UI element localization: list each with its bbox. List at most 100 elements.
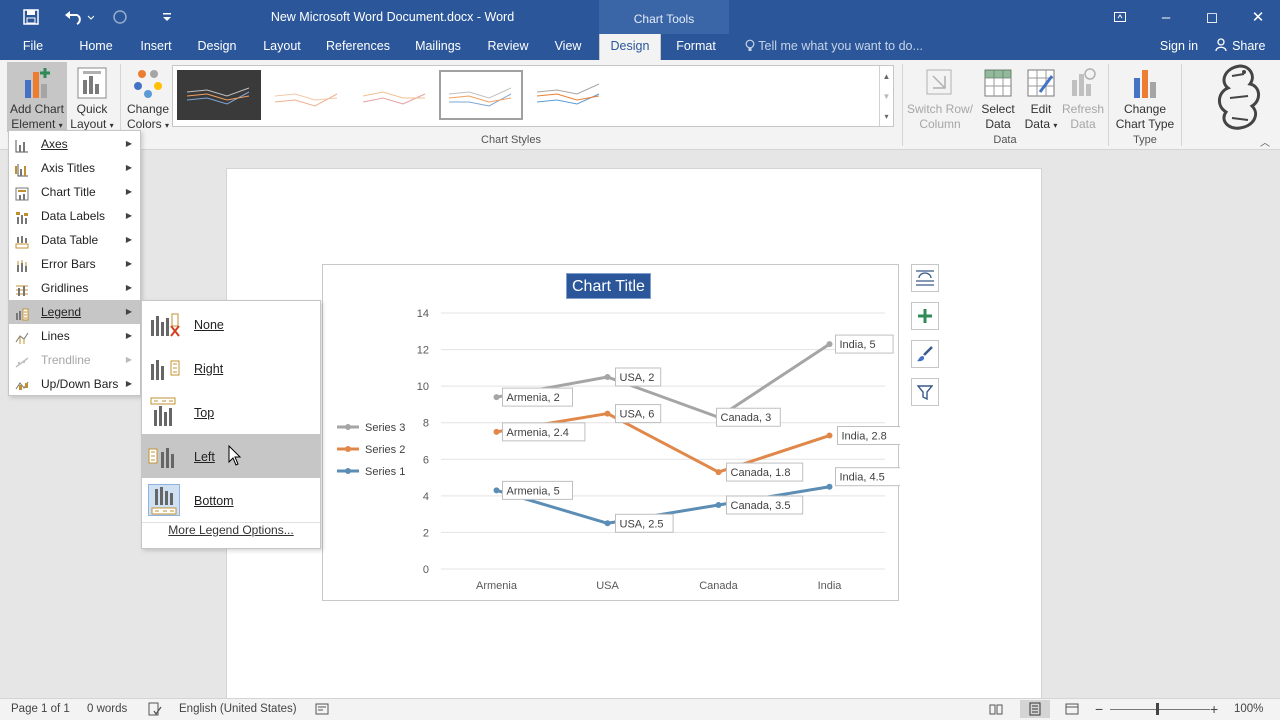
legend-option-top[interactable]: Top bbox=[142, 390, 320, 434]
gallery-up-icon[interactable]: ▲ bbox=[879, 66, 893, 86]
legend-label: Series 3 bbox=[365, 422, 405, 434]
menu-item-data-table[interactable]: Data Table ▶ bbox=[9, 228, 140, 252]
zoom-slider-thumb[interactable] bbox=[1156, 703, 1159, 715]
word-count[interactable]: 0 words bbox=[87, 703, 127, 715]
chart-elements-plus-icon[interactable] bbox=[911, 302, 939, 330]
chart-style-4[interactable] bbox=[439, 70, 523, 120]
minimize-button[interactable]: – bbox=[1143, 0, 1189, 34]
x-tick-label: Canada bbox=[699, 580, 738, 592]
chart-style-2[interactable] bbox=[265, 70, 349, 120]
menu-item-trendline[interactable]: Trendline ▶ bbox=[9, 348, 140, 372]
tab-layout[interactable]: Layout bbox=[257, 34, 307, 60]
web-layout-icon[interactable] bbox=[1065, 702, 1079, 719]
data-label: India, 5 bbox=[840, 339, 876, 351]
zoom-in-icon[interactable]: + bbox=[1210, 701, 1218, 717]
print-layout-icon[interactable] bbox=[1020, 700, 1050, 718]
menu-item-lines[interactable]: Lines ▶ bbox=[9, 324, 140, 348]
menu-item-axes[interactable]: Axes ▶ bbox=[9, 132, 140, 156]
select-data-button[interactable]: Select Data bbox=[977, 62, 1019, 132]
close-button[interactable]: ✕ bbox=[1235, 0, 1280, 34]
data-group-label: Data bbox=[993, 134, 1017, 146]
x-tick-label: Armenia bbox=[476, 580, 518, 592]
page-count[interactable]: Page 1 of 1 bbox=[11, 703, 70, 715]
redo-icon[interactable] bbox=[109, 6, 131, 28]
language-indicator[interactable]: English (United States) bbox=[179, 703, 297, 715]
y-tick-label: 14 bbox=[417, 308, 429, 320]
edit-data-button[interactable]: Edit Data ▾ bbox=[1020, 62, 1062, 133]
gallery-more-icon[interactable]: ▾ bbox=[879, 106, 893, 126]
tab-references[interactable]: References bbox=[322, 34, 394, 60]
menu-item-error-bars[interactable]: Error Bars ▶ bbox=[9, 252, 140, 276]
gallery-down-icon[interactable]: ▼ bbox=[879, 86, 893, 106]
data-point bbox=[604, 520, 611, 527]
tab-view[interactable]: View bbox=[548, 34, 588, 60]
tab-file[interactable]: File bbox=[14, 34, 52, 60]
menu-item-gridlines[interactable]: Gridlines ▶ bbox=[9, 276, 140, 300]
submenu-arrow-icon: ▶ bbox=[125, 331, 132, 340]
menu-item-up-down-bars[interactable]: Up/Down Bars ▶ bbox=[9, 372, 140, 396]
macro-recording-icon[interactable] bbox=[315, 702, 329, 719]
submenu-arrow-icon: ▶ bbox=[125, 259, 132, 268]
chart-style-3[interactable] bbox=[353, 70, 437, 120]
menu-item-chart-title[interactable]: Chart Title ▶ bbox=[9, 180, 140, 204]
chart-styles-brush-icon[interactable] bbox=[911, 340, 939, 368]
legend-marker bbox=[345, 468, 351, 474]
tab-review[interactable]: Review bbox=[482, 34, 534, 60]
quick-layout-label-2: Layout bbox=[70, 117, 107, 131]
chart-style-1[interactable] bbox=[177, 70, 261, 120]
tab-format[interactable]: Format bbox=[668, 34, 724, 60]
collapse-ribbon-icon[interactable]: ︿ bbox=[1260, 134, 1270, 149]
zoom-slider[interactable] bbox=[1110, 703, 1210, 715]
switch-row-column-button[interactable]: Switch Row/ Column bbox=[905, 62, 975, 132]
legend-right-icon bbox=[148, 352, 180, 384]
legend-option-none[interactable]: None bbox=[142, 302, 320, 346]
tab-insert[interactable]: Insert bbox=[134, 34, 178, 60]
chart-style-5[interactable] bbox=[527, 70, 611, 120]
tab-design[interactable]: Design bbox=[193, 34, 241, 60]
add-chart-element-button[interactable]: Add Chart Element ▾ bbox=[7, 62, 67, 132]
data-label: India, 2.8 bbox=[842, 431, 887, 443]
legend-option-right[interactable]: Right bbox=[142, 346, 320, 390]
chart-filters-icon[interactable] bbox=[911, 378, 939, 406]
zoom-level[interactable]: 100% bbox=[1234, 703, 1263, 715]
tab-mailings[interactable]: Mailings bbox=[409, 34, 467, 60]
ribbon-display-icon[interactable] bbox=[1097, 0, 1143, 34]
submenu-arrow-icon: ▶ bbox=[125, 355, 132, 364]
change-chart-type-button[interactable]: Change Chart Type bbox=[1112, 62, 1178, 132]
refresh-data-button[interactable]: Refresh Data bbox=[1061, 62, 1105, 132]
switch-row-column-label-2: Column bbox=[919, 117, 961, 131]
tell-me-box[interactable]: Tell me what you want to do... bbox=[745, 34, 923, 60]
sign-in-link[interactable]: Sign in bbox=[1156, 34, 1202, 60]
undo-icon[interactable] bbox=[62, 6, 96, 28]
refresh-data-label-1: Refresh bbox=[1061, 102, 1105, 116]
edit-data-icon bbox=[1026, 66, 1056, 100]
more-legend-options-link[interactable]: More Legend Options... bbox=[142, 523, 320, 537]
ribbon-separator bbox=[1108, 64, 1109, 146]
share-button[interactable]: Share bbox=[1212, 34, 1268, 60]
menu-item-legend[interactable]: Legend ▶ bbox=[9, 300, 140, 324]
read-mode-icon[interactable] bbox=[989, 702, 1003, 719]
zoom-out-icon[interactable]: − bbox=[1095, 701, 1103, 717]
chart-title[interactable]: Chart Title bbox=[566, 273, 651, 299]
tab-chart-design[interactable]: Design bbox=[599, 34, 661, 60]
tab-home[interactable]: Home bbox=[72, 34, 120, 60]
menu-item-data-labels[interactable]: Data Labels ▶ bbox=[9, 204, 140, 228]
save-icon[interactable] bbox=[20, 6, 42, 28]
trendline-icon bbox=[15, 353, 29, 368]
quick-layout-button[interactable]: Quick Layout ▾ bbox=[68, 62, 116, 133]
y-tick-label: 6 bbox=[423, 454, 429, 466]
menu-item-axis-titles[interactable]: Axis Titles ▶ bbox=[9, 156, 140, 180]
switch-row-column-label-1: Switch Row/ bbox=[906, 102, 974, 116]
restore-button[interactable]: ◻ bbox=[1189, 0, 1235, 34]
data-point bbox=[826, 483, 833, 490]
proofing-icon[interactable] bbox=[148, 702, 162, 719]
change-colors-button[interactable]: Change Colors ▾ bbox=[124, 62, 172, 133]
menu-item-label: Gridlines bbox=[41, 281, 89, 295]
data-point bbox=[604, 410, 611, 417]
layout-options-icon[interactable] bbox=[911, 264, 939, 292]
axes-icon bbox=[15, 137, 29, 153]
customize-icon[interactable] bbox=[156, 6, 178, 28]
legend-option-bottom[interactable]: Bottom bbox=[142, 478, 320, 522]
data-point bbox=[604, 374, 611, 380]
chart-area[interactable]: 0 2 4 6 8 10 12 14 Armenia USA Canada India Armenia,… bbox=[322, 264, 908, 601]
